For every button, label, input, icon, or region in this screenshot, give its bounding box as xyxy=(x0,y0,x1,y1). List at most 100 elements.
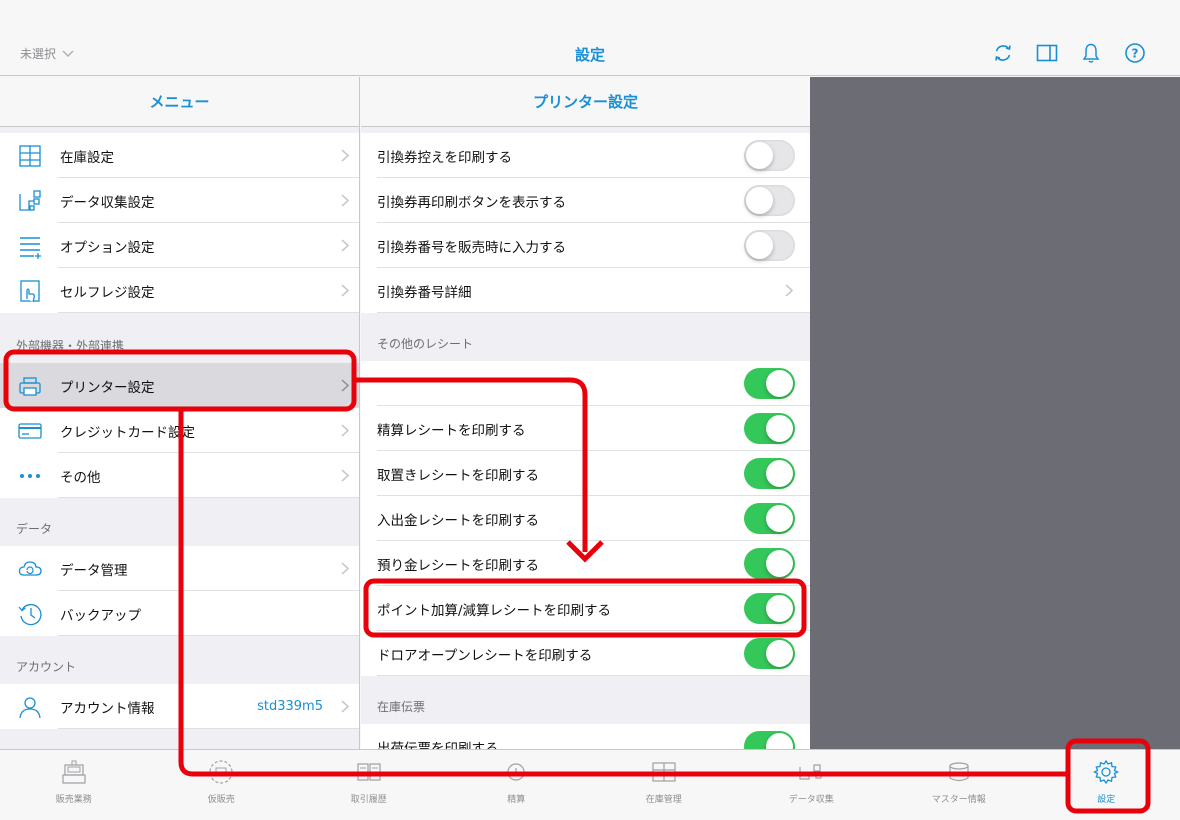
tab-label: 仮販売 xyxy=(207,795,235,805)
detail-pane xyxy=(810,77,1180,749)
settlement-receipt-toggle[interactable] xyxy=(744,413,795,444)
tab-settings[interactable]: 設定 xyxy=(1033,750,1180,820)
menu-header: メニュー xyxy=(0,77,359,127)
tab-label: 販売業務 xyxy=(55,795,92,805)
self-checkout-icon xyxy=(20,279,40,302)
tab-bar: 販売業務 仮販売 取引履歴 精算 在庫管理 データ収集 マスター情報 設定 xyxy=(0,749,1180,820)
menu-item-data-management[interactable]: データ管理 xyxy=(0,546,359,591)
bell-icon[interactable] xyxy=(1080,42,1102,64)
svg-text:?: ? xyxy=(1132,47,1139,61)
chevron-right-icon xyxy=(341,194,349,207)
printer-icon xyxy=(19,376,41,396)
tab-label: 精算 xyxy=(507,795,526,805)
cash-in-out-receipt-toggle[interactable] xyxy=(744,503,795,534)
setting-label: 引換券番号を販売時に入力する xyxy=(377,239,566,256)
voucher-number-detail-row[interactable]: 引換券番号詳細 xyxy=(361,268,810,313)
print-voucher-copy-toggle[interactable] xyxy=(744,140,795,171)
menu-item-label: その他 xyxy=(60,469,101,486)
tab-settlement[interactable]: 精算 xyxy=(443,750,591,820)
setting-row: 引換券番号を販売時に入力する xyxy=(361,223,810,268)
chevron-right-icon xyxy=(341,562,349,575)
menu-item-label: 在庫設定 xyxy=(60,149,114,166)
menu-list-external: プリンター設定 クレジットカード設定 その他 xyxy=(0,363,359,498)
other-receipt-toggle[interactable] xyxy=(744,368,795,399)
more-dots-icon xyxy=(20,473,40,478)
menu-list-account: アカウント情報 std339m5 xyxy=(0,684,359,729)
menu-item-account-info[interactable]: アカウント情報 std339m5 xyxy=(0,684,359,729)
sidebar-toggle-icon[interactable] xyxy=(1036,42,1058,64)
chevron-right-icon xyxy=(341,149,349,162)
section-label-stock-slip: 在庫伝票 xyxy=(361,676,810,724)
temp-sale-icon xyxy=(209,760,233,784)
menu-item-credit-card-settings[interactable]: クレジットカード設定 xyxy=(0,408,359,453)
menu-item-data-collection-settings[interactable]: データ収集設定 xyxy=(0,178,359,223)
history-clock-icon xyxy=(18,603,42,625)
tab-master-info[interactable]: マスター情報 xyxy=(885,750,1033,820)
menu-item-inventory-settings[interactable]: 在庫設定 xyxy=(0,133,359,178)
help-icon[interactable]: ? xyxy=(1124,42,1146,64)
setting-label: 入出金レシートを印刷する xyxy=(377,512,539,529)
printer-list-voucher: 引換券控えを印刷する 引換券再印刷ボタンを表示する 引換券番号を販売時に入力する… xyxy=(361,133,810,313)
setting-row: 引換券再印刷ボタンを表示する xyxy=(361,178,810,223)
menu-column: メニュー 在庫設定 データ収集設定 オプション設定 セルフレジ設定 外部機器・外… xyxy=(0,77,360,749)
top-bar: 未選択 設定 ? xyxy=(0,0,1180,76)
menu-item-printer-settings[interactable]: プリンター設定 xyxy=(0,363,359,408)
printer-settings-column: プリンター設定 引換券控えを印刷する 引換券再印刷ボタンを表示する 引換券番号を… xyxy=(361,77,810,749)
credit-card-icon xyxy=(18,422,42,439)
setting-row: 入出金レシートを印刷する xyxy=(361,496,810,541)
cloud-icon xyxy=(18,560,42,576)
account-id-value: std339m5 xyxy=(257,699,323,714)
receipt-history-icon xyxy=(357,763,381,781)
menu-item-option-settings[interactable]: オプション設定 xyxy=(0,223,359,268)
refresh-icon[interactable] xyxy=(992,42,1014,64)
setting-row: ポイント加算/減算レシートを印刷する xyxy=(361,586,810,631)
settlement-icon xyxy=(507,763,525,781)
tab-label: 取引履歴 xyxy=(350,795,387,805)
chevron-right-icon xyxy=(341,700,349,713)
show-reprint-button-toggle[interactable] xyxy=(744,185,795,216)
drawer-open-receipt-toggle[interactable] xyxy=(744,638,795,669)
tab-label: 設定 xyxy=(1097,795,1116,805)
menu-item-label: データ管理 xyxy=(60,562,128,579)
deposit-receipt-toggle[interactable] xyxy=(744,548,795,579)
menu-list-data: データ管理 バックアップ xyxy=(0,546,359,636)
tab-data-collection[interactable]: データ収集 xyxy=(738,750,886,820)
printer-list-stock: 出荷伝票を印刷する xyxy=(361,724,810,749)
tab-temp-sale[interactable]: 仮販売 xyxy=(148,750,296,820)
menu-item-label: クレジットカード設定 xyxy=(60,424,195,441)
setting-row: ドロアオープンレシートを印刷する xyxy=(361,631,810,676)
menu-item-label: アカウント情報 xyxy=(60,700,155,717)
setting-label: 精算レシートを印刷する xyxy=(377,422,526,439)
chevron-right-icon xyxy=(341,469,349,482)
setting-label: 引換券控えを印刷する xyxy=(377,149,512,166)
menu-item-other[interactable]: その他 xyxy=(0,453,359,498)
menu-item-label: オプション設定 xyxy=(60,239,155,256)
options-list-icon xyxy=(20,236,41,259)
input-voucher-number-toggle[interactable] xyxy=(744,230,795,261)
tab-transaction-history[interactable]: 取引履歴 xyxy=(295,750,443,820)
setting-label: 取置きレシートを印刷する xyxy=(377,467,539,484)
tab-label: 在庫管理 xyxy=(645,795,682,805)
shipping-slip-toggle[interactable] xyxy=(744,731,795,749)
setting-row xyxy=(361,361,810,406)
chevron-right-icon xyxy=(785,284,793,297)
section-label-external: 外部機器・外部連携 xyxy=(0,313,359,363)
setting-row: 出荷伝票を印刷する xyxy=(361,724,810,749)
section-label-data: データ xyxy=(0,498,359,546)
tab-sales[interactable]: 販売業務 xyxy=(0,750,148,820)
layaway-receipt-toggle[interactable] xyxy=(744,458,795,489)
data-flow-icon xyxy=(19,189,41,211)
printer-list-other-receipts: 精算レシートを印刷する 取置きレシートを印刷する 入出金レシートを印刷する 預り… xyxy=(361,361,810,676)
tab-inventory[interactable]: 在庫管理 xyxy=(590,750,738,820)
setting-row: 預り金レシートを印刷する xyxy=(361,541,810,586)
menu-item-backup[interactable]: バックアップ xyxy=(0,591,359,636)
menu-item-self-register-settings[interactable]: セルフレジ設定 xyxy=(0,268,359,313)
chevron-right-icon xyxy=(341,239,349,252)
chevron-right-icon xyxy=(341,284,349,297)
setting-label: ドロアオープンレシートを印刷する xyxy=(377,647,593,664)
register-icon xyxy=(62,760,86,784)
point-adjust-receipt-toggle[interactable] xyxy=(744,593,795,624)
setting-row: 引換券控えを印刷する xyxy=(361,133,810,178)
tab-label: データ収集 xyxy=(788,795,834,805)
section-label-other-receipts: その他のレシート xyxy=(361,313,810,361)
